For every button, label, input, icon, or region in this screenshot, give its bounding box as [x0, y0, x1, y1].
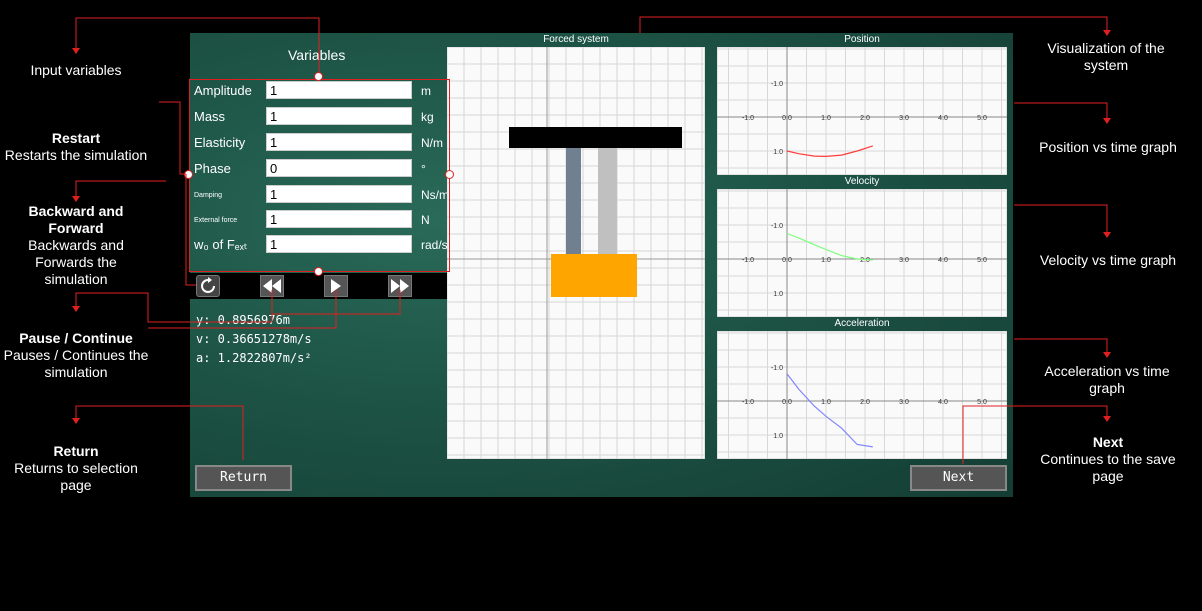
x-tick-label: 4.0: [938, 257, 948, 264]
x-tick-label: 5.0: [977, 399, 987, 406]
x-tick-label: 0.0: [782, 115, 792, 122]
variables-title: Variables: [288, 47, 346, 63]
x-tick-label: 1.0: [821, 399, 831, 406]
y-tick-label: 1.0: [773, 291, 783, 298]
x-tick-label: -1.0: [742, 399, 754, 406]
anno-position-graph: Position vs time graph: [1039, 139, 1177, 155]
return-button[interactable]: Return: [195, 465, 292, 491]
x-tick-label: 5.0: [977, 257, 987, 264]
x-tick-label: 1.0: [821, 115, 831, 122]
play-icon: [331, 279, 341, 293]
position-graph: -1.0 0.0 1.0 2.0 3.0 4.0 5.0 -1.0 1.0: [717, 47, 1007, 175]
x-tick-label: 4.0: [938, 399, 948, 406]
x-tick-label: -1.0: [742, 115, 754, 122]
x-tick-label: 0.0: [782, 257, 792, 264]
play-pause-button[interactable]: [324, 275, 348, 297]
spring-right: [598, 148, 617, 254]
forced-system-view: [447, 47, 705, 459]
x-tick-label: -1.0: [742, 257, 754, 264]
anno-restart: Restart Restarts the simulation: [4, 130, 148, 163]
restart-icon: [201, 277, 215, 293]
playback-controls: [190, 273, 448, 299]
anno-backward-forward: Backward and Forward Backwards and Forwar…: [28, 203, 124, 287]
x-tick-label: 3.0: [899, 115, 909, 122]
mass-block: [551, 254, 637, 297]
y-tick-label: -1.0: [771, 365, 783, 372]
x-tick-label: 3.0: [899, 257, 909, 264]
anno-input-variables: Input variables: [30, 62, 122, 78]
acceleration-readout: a: 1.2822807m/s²: [196, 351, 312, 365]
anno-acceleration-graph: Acceleration vs time graph: [1044, 363, 1170, 396]
acceleration-graph: -1.0 0.0 1.0 2.0 3.0 4.0 5.0 -1.0 1.0: [717, 331, 1007, 459]
acceleration-title: Acceleration: [834, 318, 890, 329]
y-tick-label: 1.0: [773, 433, 783, 440]
spring-left: [566, 148, 581, 254]
anno-pause: Pause / Continue Pauses / Continues the s…: [3, 330, 149, 380]
y-tick-label: -1.0: [771, 81, 783, 88]
anno-visualization: Visualization of the system: [1047, 40, 1165, 73]
frame-dot-top: [314, 72, 323, 81]
forced-system-title: Forced system: [543, 34, 609, 45]
anno-velocity-graph: Velocity vs time graph: [1039, 252, 1177, 268]
x-tick-label: 3.0: [899, 399, 909, 406]
rewind-button[interactable]: [260, 275, 284, 297]
velocity-title: Velocity: [844, 176, 880, 187]
y-tick-label: -1.0: [771, 223, 783, 230]
x-tick-label: 1.0: [821, 257, 831, 264]
velocity-readout: v: 0.36651278m/s: [196, 332, 312, 346]
frame-dot-left: [184, 170, 193, 179]
x-tick-label: 2.0: [860, 115, 870, 122]
anno-return: Return Returns to selection page: [14, 443, 138, 493]
y-tick-label: 1.0: [773, 149, 783, 156]
variables-highlight-frame: [189, 79, 450, 272]
x-tick-label: 0.0: [782, 399, 792, 406]
frame-dot-bottom: [314, 267, 323, 276]
restart-button[interactable]: [196, 275, 220, 297]
rewind-icon: [263, 279, 281, 293]
frame-dot-right: [445, 170, 454, 179]
ceiling-bar: [509, 127, 682, 148]
anno-next: Next Continues to the save page: [1040, 434, 1176, 484]
position-readout: y: 0.8956976m: [196, 313, 290, 327]
x-tick-label: 4.0: [938, 115, 948, 122]
simulator-window: Variables Amplitude 1 m Mass 1 kg Elasticity 1 N…: [184, 33, 1013, 497]
x-tick-label: 2.0: [860, 399, 870, 406]
position-title: Position: [844, 34, 880, 45]
next-button[interactable]: Next: [910, 465, 1007, 491]
velocity-graph: -1.0 0.0 1.0 2.0 3.0 4.0 5.0 -1.0 1.0: [717, 189, 1007, 317]
x-tick-label: 2.0: [860, 257, 870, 264]
x-tick-label: 5.0: [977, 115, 987, 122]
fast-forward-icon: [391, 279, 409, 293]
forward-button[interactable]: [388, 275, 412, 297]
